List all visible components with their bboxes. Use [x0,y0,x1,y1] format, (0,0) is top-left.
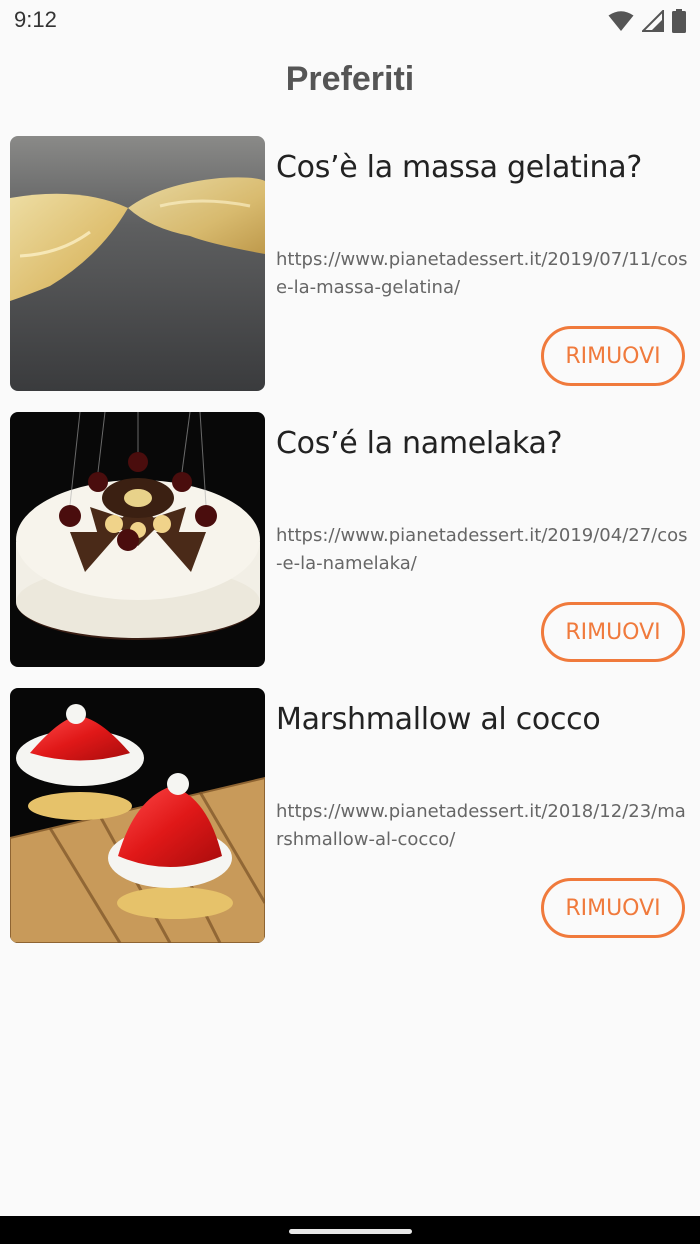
battery-icon [672,9,686,33]
favorite-card[interactable]: Cos’è la massa gelatina? https://www.pia… [0,136,700,391]
cellular-signal-icon [642,10,664,32]
red-santa-hat-desserts-image[interactable] [10,688,265,943]
white-cake-with-cherries-image[interactable] [10,412,265,667]
favorite-title[interactable]: Cos’è la massa gelatina? [276,150,690,185]
favorite-card[interactable]: Cos’é la namelaka? https://www.pianetade… [0,412,700,667]
favorite-title[interactable]: Marshmallow al cocco [276,702,690,737]
favorite-url[interactable]: https://www.pianetadessert.it/2018/12/23… [276,798,690,854]
status-bar: 9:12 [0,0,700,44]
gelatin-dessert-image[interactable] [10,136,265,391]
favorite-url[interactable]: https://www.pianetadessert.it/2019/07/11… [276,246,690,302]
favorite-card[interactable]: Marshmallow al cocco https://www.pianeta… [0,688,700,943]
favorite-title[interactable]: Cos’é la namelaka? [276,426,690,461]
wifi-icon [608,11,634,31]
status-icons [608,9,686,33]
home-gesture-handle[interactable] [289,1229,412,1234]
remove-button[interactable]: RIMUOVI [541,878,685,938]
remove-button[interactable]: RIMUOVI [541,602,685,662]
status-time: 9:12 [14,7,57,32]
remove-button[interactable]: RIMUOVI [541,326,685,386]
page-title: Preferiti [285,60,415,98]
favorite-url[interactable]: https://www.pianetadessert.it/2019/04/27… [276,522,690,578]
navigation-bar [0,1216,700,1244]
